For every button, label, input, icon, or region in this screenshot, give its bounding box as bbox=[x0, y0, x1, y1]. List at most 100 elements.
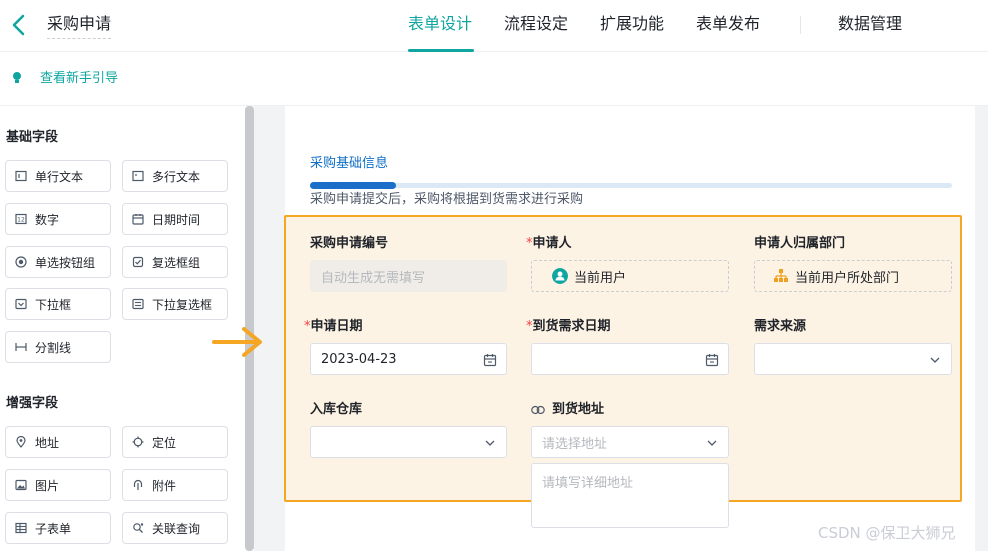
lightbulb-icon bbox=[13, 72, 21, 83]
divider-icon bbox=[15, 343, 27, 351]
tab-publish[interactable]: 表单发布 bbox=[696, 14, 760, 34]
field-single-line-text[interactable]: 单行文本 bbox=[5, 160, 111, 192]
tab-divider bbox=[800, 16, 801, 34]
warehouse-select[interactable] bbox=[310, 426, 507, 458]
top-bar: 采购申请 表单设计 流程设定 扩展功能 表单发布 数据管理 bbox=[0, 0, 988, 52]
applicant-field[interactable]: 当前用户 bbox=[531, 260, 729, 292]
tab-workflow[interactable]: 流程设定 bbox=[504, 14, 568, 34]
field-label: 分割线 bbox=[35, 340, 72, 355]
crosshair-icon bbox=[132, 436, 144, 448]
label-request-no: 采购申请编号 bbox=[310, 236, 389, 251]
apply-date-value: 2023-04-23 bbox=[321, 351, 397, 367]
image-icon bbox=[15, 479, 27, 491]
location-pin-icon bbox=[16, 436, 26, 448]
field-label: 附件 bbox=[152, 478, 177, 493]
tab-extensions[interactable]: 扩展功能 bbox=[600, 14, 664, 34]
field-multi-line-text[interactable]: 多行文本 bbox=[122, 160, 228, 192]
svg-text:12: 12 bbox=[17, 217, 25, 224]
label-arrival-date: *到货需求日期 bbox=[526, 319, 611, 335]
label-department: 申请人归属部门 bbox=[754, 236, 846, 251]
field-label: 图片 bbox=[35, 478, 60, 493]
watermark: CSDN @保卫大狮兄 bbox=[818, 524, 956, 542]
org-chart-icon bbox=[774, 269, 788, 282]
tab-data-management[interactable]: 数据管理 bbox=[838, 14, 902, 34]
field-location[interactable]: 定位 bbox=[122, 426, 228, 458]
arrow-right-icon bbox=[212, 327, 262, 357]
link-icon bbox=[531, 405, 545, 415]
field-label: 下拉框 bbox=[35, 297, 72, 312]
attachment-icon bbox=[133, 479, 143, 490]
field-address[interactable]: 地址 bbox=[5, 426, 111, 458]
field-subform[interactable]: 子表单 bbox=[5, 512, 111, 544]
linked-query-icon bbox=[133, 523, 144, 533]
chevron-down-icon bbox=[930, 357, 940, 363]
checkbox-icon bbox=[132, 256, 144, 268]
field-radio-group[interactable]: 单选按钮组 bbox=[5, 246, 111, 278]
single-line-text-icon bbox=[15, 170, 27, 182]
section-divider-accent bbox=[310, 182, 396, 189]
apply-date-input[interactable]: 2023-04-23 bbox=[310, 343, 507, 375]
app-title[interactable]: 采购申请 bbox=[47, 14, 112, 39]
section-description: 采购申请提交后，采购将根据到货需求进行采购 bbox=[310, 192, 584, 207]
chevron-down-icon bbox=[707, 440, 717, 446]
field-attachment[interactable]: 附件 bbox=[122, 469, 228, 501]
basic-fields-title: 基础字段 bbox=[6, 130, 59, 145]
department-value: 当前用户所处部门 bbox=[795, 270, 900, 286]
address-detail-placeholder: 请填写详细地址 bbox=[542, 476, 634, 491]
chevron-down-icon bbox=[485, 440, 495, 446]
field-label: 定位 bbox=[152, 435, 177, 450]
field-number[interactable]: 12 数字 bbox=[5, 203, 111, 235]
field-label: 数字 bbox=[35, 212, 60, 227]
department-field[interactable]: 当前用户所处部门 bbox=[754, 260, 952, 292]
request-no-placeholder: 自动生成无需填写 bbox=[321, 270, 426, 286]
field-label: 子表单 bbox=[35, 521, 72, 536]
field-multi-dropdown[interactable]: 下拉复选框 bbox=[122, 288, 228, 320]
field-dropdown[interactable]: 下拉框 bbox=[5, 288, 111, 320]
section-title[interactable]: 采购基础信息 bbox=[310, 156, 388, 172]
label-apply-date-text: 申请日期 bbox=[310, 319, 363, 334]
subform-icon bbox=[15, 522, 27, 534]
field-label: 日期时间 bbox=[152, 212, 201, 227]
field-datetime[interactable]: 日期时间 bbox=[122, 203, 228, 235]
field-checkbox-group[interactable]: 复选框组 bbox=[122, 246, 228, 278]
field-image[interactable]: 图片 bbox=[5, 469, 111, 501]
calendar-icon bbox=[132, 214, 144, 225]
advanced-fields-title: 增强字段 bbox=[6, 396, 59, 411]
radio-icon bbox=[15, 256, 27, 268]
label-apply-date: *申请日期 bbox=[304, 319, 363, 335]
label-arrival-date-text: 到货需求日期 bbox=[532, 319, 611, 334]
field-divider[interactable]: 分割线 bbox=[5, 331, 111, 363]
demand-source-select[interactable] bbox=[754, 343, 952, 375]
arrival-date-input[interactable] bbox=[531, 343, 729, 375]
multi-dropdown-icon bbox=[132, 298, 144, 310]
field-palette: 基础字段 单行文本 多行文本 12 数字 日期时间 单选按钮组 复选框组 下拉框… bbox=[0, 106, 246, 551]
address-select-placeholder: 请选择地址 bbox=[542, 436, 608, 452]
field-label: 复选框组 bbox=[152, 255, 201, 270]
request-no-input: 自动生成无需填写 bbox=[310, 260, 507, 292]
guide-link[interactable]: 查看新手引导 bbox=[40, 71, 118, 87]
section-divider-track bbox=[310, 183, 952, 188]
field-label: 多行文本 bbox=[152, 169, 201, 184]
address-detail-textarea[interactable]: 请填写详细地址 bbox=[531, 463, 729, 528]
field-label: 下拉复选框 bbox=[152, 297, 213, 312]
label-applicant: *申请人 bbox=[526, 236, 572, 252]
label-applicant-text: 申请人 bbox=[532, 236, 572, 251]
back-arrow-icon[interactable] bbox=[8, 12, 30, 38]
calendar-icon bbox=[705, 354, 719, 367]
label-demand-source: 需求来源 bbox=[754, 319, 807, 334]
address-region-select[interactable]: 请选择地址 bbox=[531, 426, 729, 458]
applicant-value: 当前用户 bbox=[574, 270, 627, 286]
calendar-icon bbox=[483, 354, 497, 367]
field-linked-query[interactable]: 关联查询 bbox=[122, 512, 228, 544]
guide-bar: 查看新手引导 bbox=[0, 52, 988, 106]
label-address-text: 到货地址 bbox=[552, 402, 605, 417]
tab-form-design[interactable]: 表单设计 bbox=[408, 14, 472, 34]
field-label: 关联查询 bbox=[152, 521, 201, 536]
dropdown-icon bbox=[15, 298, 27, 310]
field-label: 单选按钮组 bbox=[35, 255, 96, 270]
label-warehouse: 入库仓库 bbox=[310, 402, 363, 417]
field-label: 地址 bbox=[35, 435, 60, 450]
user-icon bbox=[552, 268, 568, 284]
multi-line-text-icon bbox=[132, 170, 144, 182]
label-address: 到货地址 bbox=[531, 402, 604, 418]
